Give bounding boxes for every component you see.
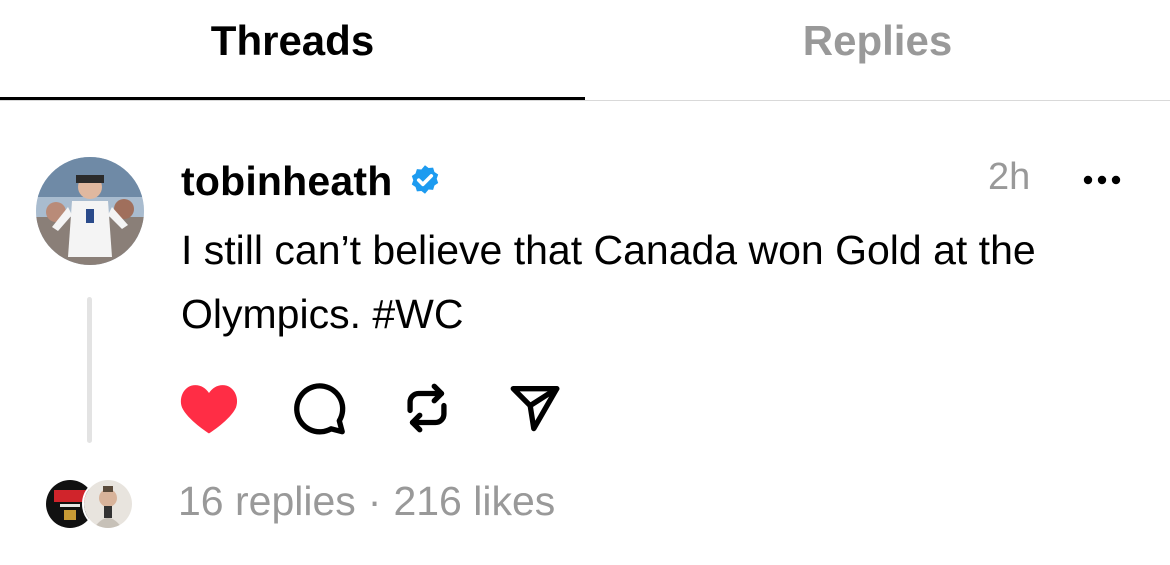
comment-bubble-icon [294,383,346,435]
replies-count[interactable]: 16 replies [178,478,356,525]
heart-filled-icon [180,385,238,434]
reply-avatars[interactable] [44,478,136,530]
post-timestamp: 2h [988,156,1031,198]
reply-avatar [82,478,134,530]
author-avatar-image [36,157,144,265]
tab-divider [0,100,1170,101]
tab-replies[interactable]: Replies [585,0,1170,100]
author-username[interactable]: tobinheath [181,158,393,205]
post-stats: 16 replies · 216 likes [178,478,555,525]
repost-button[interactable] [396,378,458,438]
repost-icon [407,383,447,433]
share-button[interactable] [504,378,566,438]
post-body-text: I still can’t believe that Canada won Go… [181,227,1036,337]
verified-badge-icon [407,163,443,199]
thread-connector-line [87,297,92,443]
tab-threads[interactable]: Threads [0,0,585,100]
author-avatar[interactable] [36,157,144,265]
more-options-button[interactable] [1080,165,1124,195]
stats-separator: · [367,478,382,524]
likes-count[interactable]: 216 likes [393,478,555,525]
send-icon [510,386,560,432]
reply-button[interactable] [288,378,350,438]
more-horizontal-icon [1083,175,1121,185]
post-header: tobinheath [181,153,443,209]
like-button[interactable] [178,378,240,438]
profile-tabs: Threads Replies [0,0,1170,101]
